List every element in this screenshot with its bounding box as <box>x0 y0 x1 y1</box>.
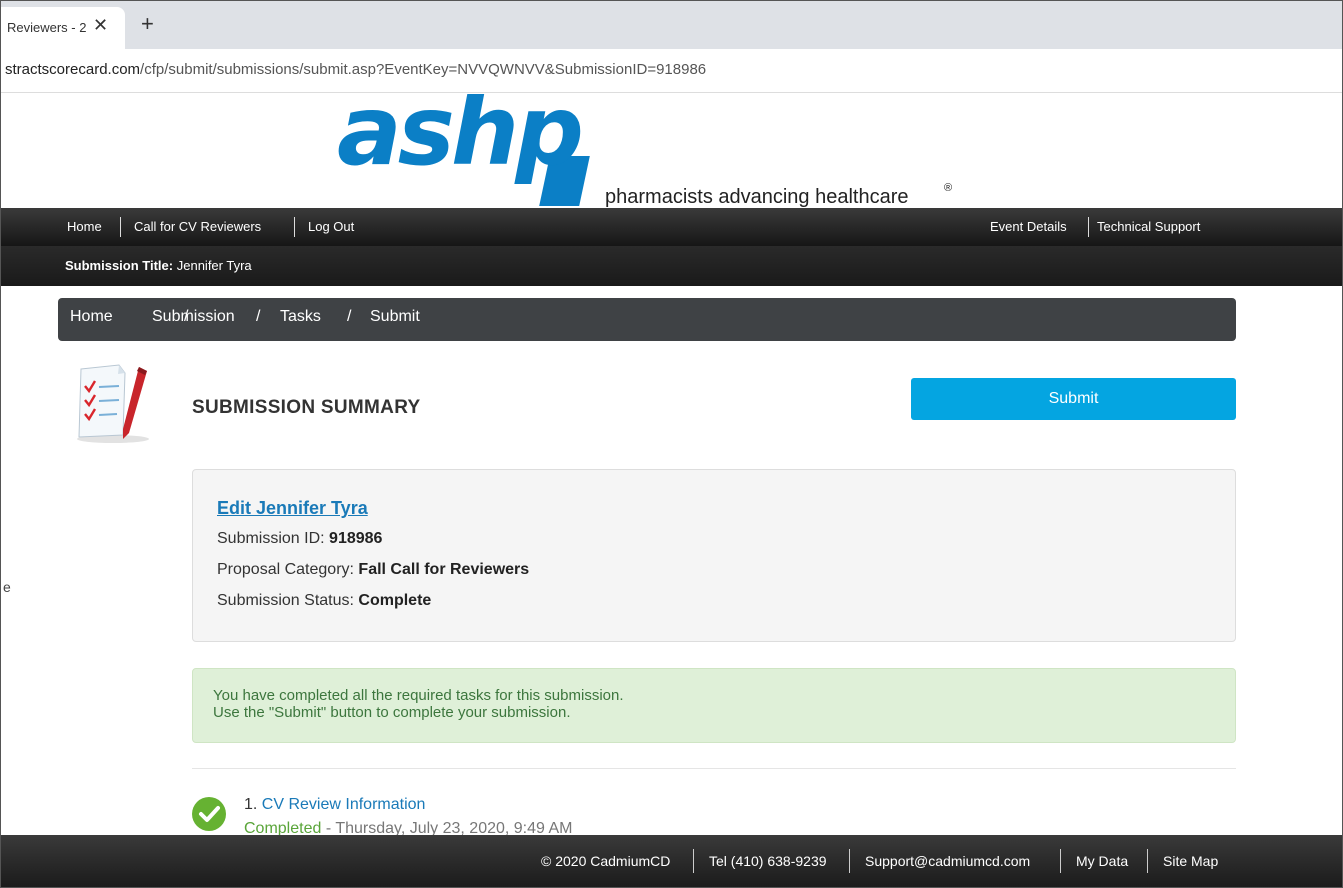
footer-divider <box>693 849 694 873</box>
footer-support-email[interactable]: Support@cadmiumcd.com <box>865 853 1030 869</box>
summary-heading: SUBMISSION SUMMARY <box>192 397 421 418</box>
breadcrumb: Home / Submission / Tasks / Submit <box>58 298 1236 341</box>
edge-text-fragment: e <box>3 579 11 595</box>
logo-tagline: pharmacists advancing healthcare <box>605 186 909 208</box>
breadcrumb-separator: / <box>347 308 352 325</box>
submission-id-value: 918986 <box>329 530 383 547</box>
breadcrumb-submission[interactable]: Submission <box>152 308 235 326</box>
nav-divider <box>1088 217 1089 237</box>
submission-status: Submission Status: Complete <box>217 592 431 610</box>
submit-button[interactable]: Submit <box>911 378 1236 420</box>
footer-phone[interactable]: Tel (410) 638-9239 <box>709 853 827 869</box>
task-item-title: 1. CV Review Information <box>244 796 425 814</box>
submission-id-label: Submission ID: <box>217 530 325 547</box>
address-bar[interactable]: stractscorecard.com/cfp/submit/submissio… <box>1 49 1342 93</box>
divider <box>192 768 1236 769</box>
submission-status-label: Submission Status: <box>217 592 354 609</box>
checklist-icon <box>77 364 149 443</box>
task-number: 1. <box>244 796 258 813</box>
nav-technical-support[interactable]: Technical Support <box>1097 219 1200 234</box>
proposal-category: Proposal Category: Fall Call for Reviewe… <box>217 561 529 579</box>
logo-registered-mark: ® <box>944 182 952 194</box>
breadcrumb-separator: / <box>256 308 261 325</box>
submission-title: Submission Title: Jennifer Tyra <box>65 258 252 273</box>
breadcrumb-submit: Submit <box>370 308 420 325</box>
nav-divider <box>120 217 121 237</box>
alert-line-1: You have completed all the required task… <box>213 687 624 704</box>
submission-title-label: Submission Title: <box>65 258 174 273</box>
footer-divider <box>849 849 850 873</box>
submission-title-value: Jennifer Tyra <box>176 258 252 273</box>
new-tab-button[interactable]: + <box>141 13 154 35</box>
nav-log-out[interactable]: Log Out <box>308 219 354 234</box>
submission-status-value: Complete <box>358 592 432 609</box>
breadcrumb-home[interactable]: Home <box>70 308 113 326</box>
url-host: stractscorecard.com <box>5 61 141 78</box>
task-link-cv-review-information[interactable]: CV Review Information <box>262 796 426 813</box>
url-path: /cfp/submit/submissions/submit.asp?Event… <box>140 61 707 78</box>
logo-wordmark: ashp <box>337 94 580 187</box>
page-footer: © 2020 CadmiumCD Tel (410) 638-9239 Supp… <box>1 835 1342 887</box>
submission-title-bar: Submission Title: Jennifer Tyra <box>1 246 1342 286</box>
breadcrumb-tasks[interactable]: Tasks <box>280 308 321 326</box>
submission-id: Submission ID: 918986 <box>217 530 382 548</box>
browser-tab[interactable]: Reviewers - 2 ✕ <box>1 7 125 49</box>
close-tab-icon[interactable]: ✕ <box>93 16 108 34</box>
completed-check-icon <box>192 797 226 831</box>
footer-my-data[interactable]: My Data <box>1076 853 1128 869</box>
proposal-category-label: Proposal Category: <box>217 561 354 578</box>
tab-title: Reviewers - 2 <box>7 20 87 35</box>
ashp-logo[interactable]: ashp pharmacists advancing healthcare ® <box>331 94 1011 208</box>
nav-home[interactable]: Home <box>67 219 102 234</box>
browser-window: Reviewers - 2 ✕ + stractscorecard.com/cf… <box>0 0 1343 888</box>
footer-copyright: © 2020 CadmiumCD <box>541 853 671 869</box>
footer-site-map[interactable]: Site Map <box>1163 853 1218 869</box>
url-text[interactable]: stractscorecard.com/cfp/submit/submissio… <box>5 61 706 78</box>
tab-strip: Reviewers - 2 ✕ + <box>1 1 1342 49</box>
proposal-category-value: Fall Call for Reviewers <box>358 561 530 578</box>
submission-info-panel: Edit Jennifer Tyra Submission ID: 918986… <box>192 469 1236 642</box>
footer-divider <box>1147 849 1148 873</box>
edit-submission-link[interactable]: Edit Jennifer Tyra <box>217 498 368 519</box>
top-nav: Home Call for CV Reviewers Log Out Event… <box>1 208 1342 246</box>
footer-divider <box>1060 849 1061 873</box>
site-header: ashp pharmacists advancing healthcare ® <box>1 94 1342 208</box>
alert-line-2: Use the "Submit" button to complete your… <box>213 704 571 721</box>
nav-event-details[interactable]: Event Details <box>990 219 1067 234</box>
nav-call-for-cv-reviewers[interactable]: Call for CV Reviewers <box>134 219 261 234</box>
nav-divider <box>294 217 295 237</box>
success-alert: You have completed all the required task… <box>192 668 1236 743</box>
